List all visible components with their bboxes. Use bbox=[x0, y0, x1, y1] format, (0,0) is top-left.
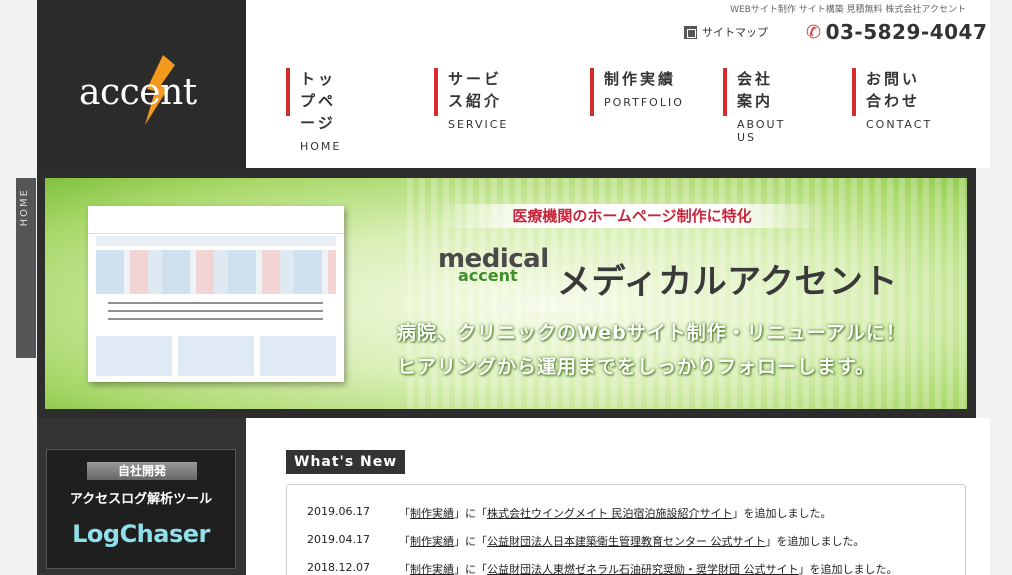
screenshot-columns bbox=[96, 336, 336, 376]
sitemap-label: サイトマップ bbox=[702, 26, 768, 39]
news-text: 「制作実績」に「公益財団法人東燃ゼネラル石油研究奨励・奨学財団 公式サイト」を追… bbox=[399, 563, 898, 575]
banner-copy-line2: ヒアリングから運用までをしっかりフォローします。 bbox=[397, 356, 876, 378]
promo-caption: 自社開発 bbox=[87, 462, 197, 480]
side-tab-label: HOME bbox=[19, 188, 30, 227]
nav-item-jp: お問い合わせ bbox=[866, 70, 921, 110]
phone-number: ✆ 03-5829-4047 bbox=[806, 20, 987, 44]
news-category-link[interactable]: 制作実績 bbox=[410, 535, 454, 548]
screenshot-hero bbox=[96, 250, 336, 294]
nav-item-jp: 制作実績 bbox=[604, 70, 677, 88]
logo-text: accent bbox=[79, 72, 197, 113]
site-logo[interactable]: accent bbox=[37, 0, 246, 168]
promo-title: アクセスログ解析ツール bbox=[69, 492, 213, 507]
nav-item-en: SERVICE bbox=[448, 118, 509, 131]
news-target-link[interactable]: 公益財団法人東燃ゼネラル石油研究奨励・奨学財団 公式サイト bbox=[487, 563, 799, 575]
sitemap-link[interactable]: サイトマップ bbox=[684, 24, 768, 40]
hero-banner[interactable]: 医療機関のホームページ制作に特化 medical accent メディカルアクセ… bbox=[45, 178, 967, 409]
logchaser-logo: LogChaser bbox=[72, 520, 210, 548]
nav-item-jp: 会社案内 bbox=[737, 70, 774, 110]
news-item: 2018.12.07 「制作実績」に「公益財団法人東燃ゼネラル石油研究奨励・奨学… bbox=[307, 561, 898, 575]
home-side-tab[interactable]: HOME bbox=[16, 178, 36, 358]
news-category-link[interactable]: 制作実績 bbox=[410, 563, 454, 575]
phone-text: 03-5829-4047 bbox=[825, 20, 988, 44]
news-item: 2019.06.17 「制作実績」に「株式会社ウイングメイト 民泊宿泊施設紹介サ… bbox=[307, 505, 832, 521]
header: WEBサイト制作 サイト構築 見積無料 株式会社アクセント サイトマップ ✆ 0… bbox=[246, 0, 990, 168]
banner-ribbon: 医療機関のホームページ制作に特化 bbox=[437, 204, 827, 228]
nav-item-jp: トップページ bbox=[300, 70, 337, 132]
screenshot-header bbox=[88, 206, 344, 234]
nav-item-en: ABOUT US bbox=[737, 118, 786, 144]
nav-item-contact[interactable]: お問い合わせ CONTACT bbox=[852, 68, 932, 131]
news-text: 「制作実績」に「公益財団法人日本建築衛生管理教育センター 公式サイト」を追加しま… bbox=[399, 535, 865, 548]
logchaser-promo-banner[interactable]: 自社開発 アクセスログ解析ツール LogChaser bbox=[46, 449, 236, 569]
banner-copy-line1: 病院、クリニックのWebサイト制作・リニューアルに！ bbox=[397, 322, 906, 344]
nav-item-en: PORTFOLIO bbox=[604, 96, 684, 109]
nav-item-about[interactable]: 会社案内 ABOUT US bbox=[723, 68, 785, 144]
nav-item-portfolio[interactable]: 制作実績 PORTFOLIO bbox=[590, 68, 684, 116]
whats-new-heading: What's New bbox=[286, 450, 406, 474]
news-date: 2018.12.07 bbox=[307, 561, 370, 574]
main-content: What's New 2019.06.17 「制作実績」に「株式会社ウイングメイ… bbox=[246, 418, 990, 575]
nav-item-jp: サービス紹介 bbox=[448, 70, 503, 110]
sitemap-icon bbox=[684, 25, 697, 39]
news-text: 「制作実績」に「株式会社ウイングメイト 民泊宿泊施設紹介サイト」を追加しました。 bbox=[399, 507, 832, 520]
nav-item-en: CONTACT bbox=[866, 118, 933, 131]
screenshot-nav bbox=[96, 236, 336, 246]
nav-item-home[interactable]: トップページ HOME bbox=[286, 68, 341, 153]
banner-copy: 病院、クリニックのWebサイト制作・リニューアルに！ ヒアリングから運用までをし… bbox=[397, 316, 906, 384]
news-target-link[interactable]: 公益財団法人日本建築衛生管理教育センター 公式サイト bbox=[487, 535, 766, 548]
news-item: 2019.04.17 「制作実績」に「公益財団法人日本建築衛生管理教育センター … bbox=[307, 533, 865, 549]
screenshot-text bbox=[108, 302, 323, 326]
site-screenshot-image bbox=[88, 206, 344, 382]
news-date: 2019.04.17 bbox=[307, 533, 370, 546]
medical-accent-logo: medical accent bbox=[438, 244, 549, 285]
news-date: 2019.06.17 bbox=[307, 505, 370, 518]
phone-icon: ✆ bbox=[806, 21, 822, 43]
nav-item-en: HOME bbox=[300, 140, 342, 153]
news-category-link[interactable]: 制作実績 bbox=[410, 507, 454, 520]
news-list: 2019.06.17 「制作実績」に「株式会社ウイングメイト 民泊宿泊施設紹介サ… bbox=[286, 484, 966, 575]
nav-item-service[interactable]: サービス紹介 SERVICE bbox=[434, 68, 508, 131]
banner-title: メディカルアクセント bbox=[557, 262, 898, 302]
news-target-link[interactable]: 株式会社ウイングメイト 民泊宿泊施設紹介サイト bbox=[487, 507, 733, 520]
header-tagline: WEBサイト制作 サイト構築 見積無料 株式会社アクセント bbox=[730, 5, 966, 15]
